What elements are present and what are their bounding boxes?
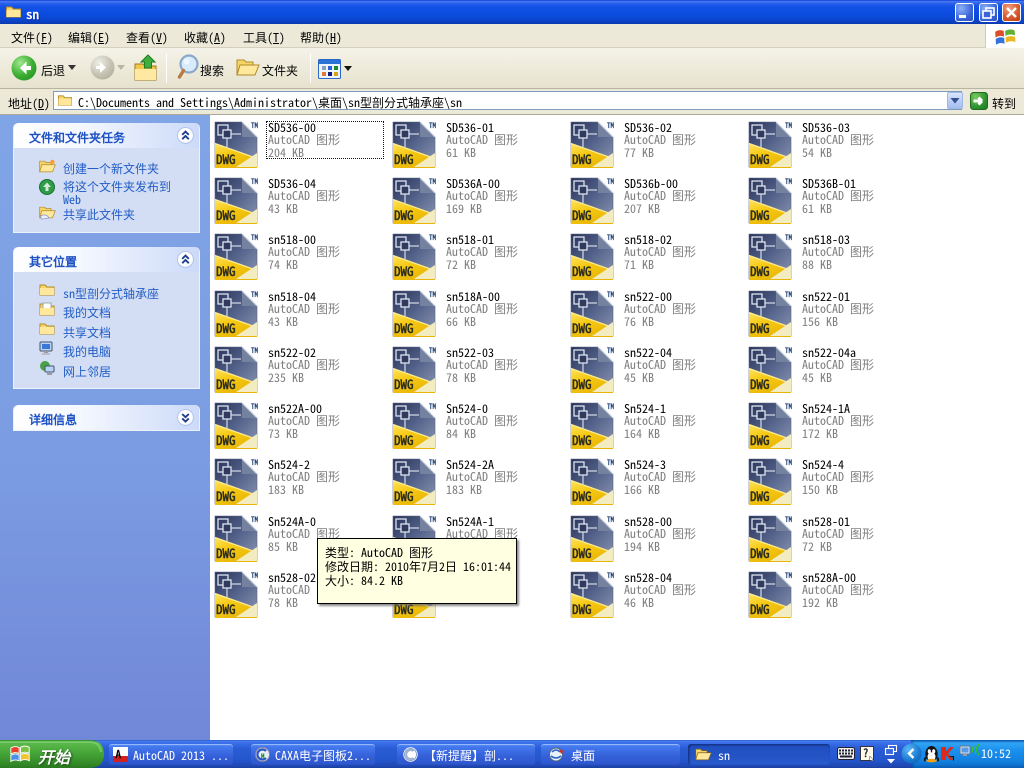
svg-text:?: ?: [863, 746, 869, 761]
svg-text:M: M: [261, 752, 265, 762]
svg-text:A: A: [115, 747, 122, 762]
